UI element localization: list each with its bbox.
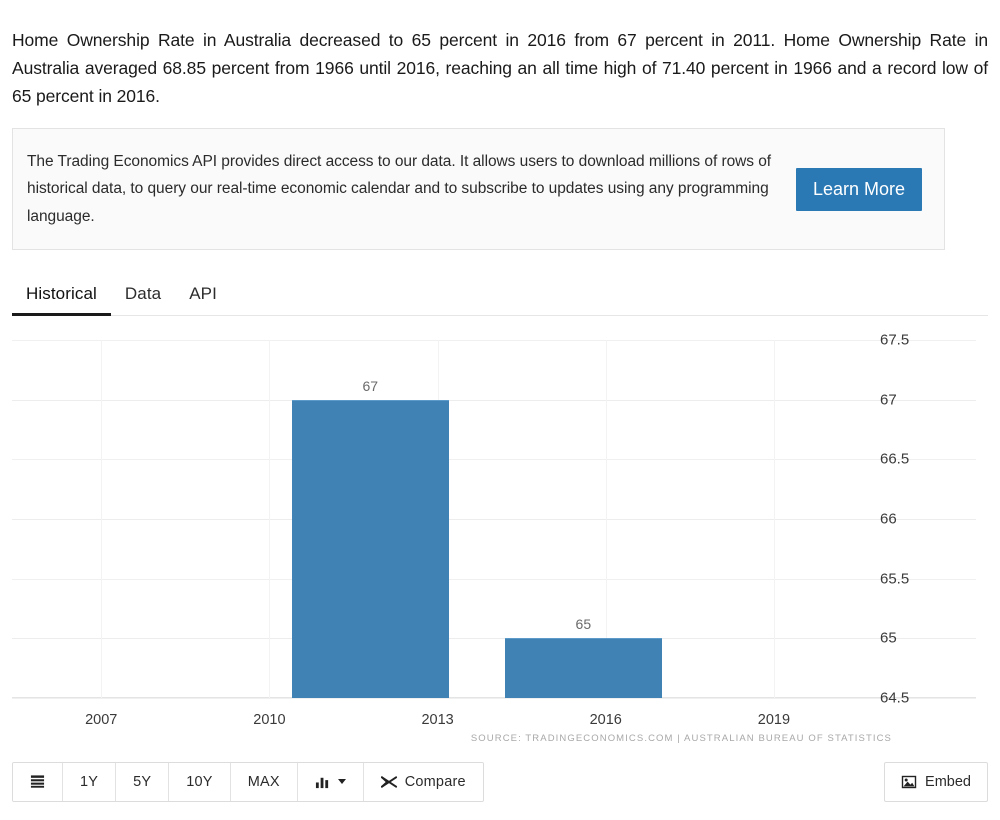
y-axis-tick-label: 65	[880, 629, 897, 647]
y-axis-tick-label: 66	[880, 510, 897, 528]
y-axis-tick-label: 66.5	[880, 450, 910, 468]
y-gridline	[12, 698, 976, 700]
list-icon	[30, 774, 45, 789]
tab-api[interactable]: API	[175, 284, 231, 315]
range-1y-button[interactable]: 1Y	[63, 762, 117, 801]
compare-button[interactable]: Compare	[363, 762, 483, 801]
x-axis-tick-label: 2013	[421, 712, 454, 729]
y-gridline	[12, 459, 976, 461]
x-gridline	[101, 340, 103, 699]
x-gridline	[269, 340, 271, 699]
x-gridline	[773, 340, 775, 699]
embed-button[interactable]: Embed	[884, 761, 988, 802]
chart-tabs: Historical Data API	[12, 272, 988, 317]
image-icon	[901, 775, 917, 789]
compare-label: Compare	[404, 773, 466, 790]
range-5y-button[interactable]: 5Y	[116, 762, 170, 801]
y-axis-tick-label: 67.5	[880, 331, 910, 349]
api-promo-text: The Trading Economics API provides direc…	[27, 152, 772, 225]
y-gridline	[12, 519, 976, 521]
bar-value-label: 67	[362, 377, 379, 394]
api-promo-banner: The Trading Economics API provides direc…	[12, 128, 945, 251]
chart-bar[interactable]	[291, 399, 449, 699]
chart-controls-group: 1Y 5Y 10Y MAX Compare	[12, 761, 484, 802]
chart-container[interactable]: 67.5 67 66.5 66 65.5 65 64.5 2007 2010 2013 2016 20…	[12, 326, 988, 746]
range-10y-button[interactable]: 10Y	[169, 762, 231, 801]
chart-plot-area[interactable]: 67.5 67 66.5 66 65.5 65 64.5 2007 2010 2013 2016 20…	[12, 332, 976, 728]
chart-bar[interactable]	[504, 638, 662, 699]
bar-value-label: 65	[575, 616, 592, 633]
chart-toolbar: 1Y 5Y 10Y MAX Compare Embed	[12, 761, 988, 802]
x-axis-tick-label: 2016	[589, 712, 622, 729]
tab-historical[interactable]: Historical	[12, 284, 111, 317]
chart-type-dropdown[interactable]	[297, 762, 364, 801]
x-axis-tick-label: 2010	[253, 712, 286, 729]
chevron-down-icon	[337, 779, 346, 784]
range-max-button[interactable]: MAX	[230, 762, 298, 801]
summary-paragraph: Home Ownership Rate in Australia decreas…	[12, 29, 988, 107]
y-axis-tick-label: 64.5	[880, 689, 910, 707]
shuffle-icon	[380, 775, 398, 789]
x-axis-tick-label: 2019	[757, 712, 791, 729]
y-gridline	[12, 340, 976, 342]
bar-chart-icon	[315, 775, 330, 789]
y-axis-tick-label: 65.5	[880, 570, 910, 588]
y-gridline	[12, 578, 976, 580]
y-axis-tick-label: 67	[880, 391, 897, 409]
embed-label: Embed	[925, 773, 971, 790]
chart-source-attribution: SOURCE: TRADINGECONOMICS.COM | AUSTRALIA…	[470, 733, 892, 745]
y-gridline	[12, 399, 976, 401]
tab-data[interactable]: Data	[111, 284, 175, 315]
list-view-button[interactable]	[13, 762, 63, 801]
x-axis-tick-label: 2007	[85, 712, 118, 729]
y-gridline	[12, 638, 976, 640]
learn-more-button[interactable]: Learn More	[795, 167, 922, 211]
